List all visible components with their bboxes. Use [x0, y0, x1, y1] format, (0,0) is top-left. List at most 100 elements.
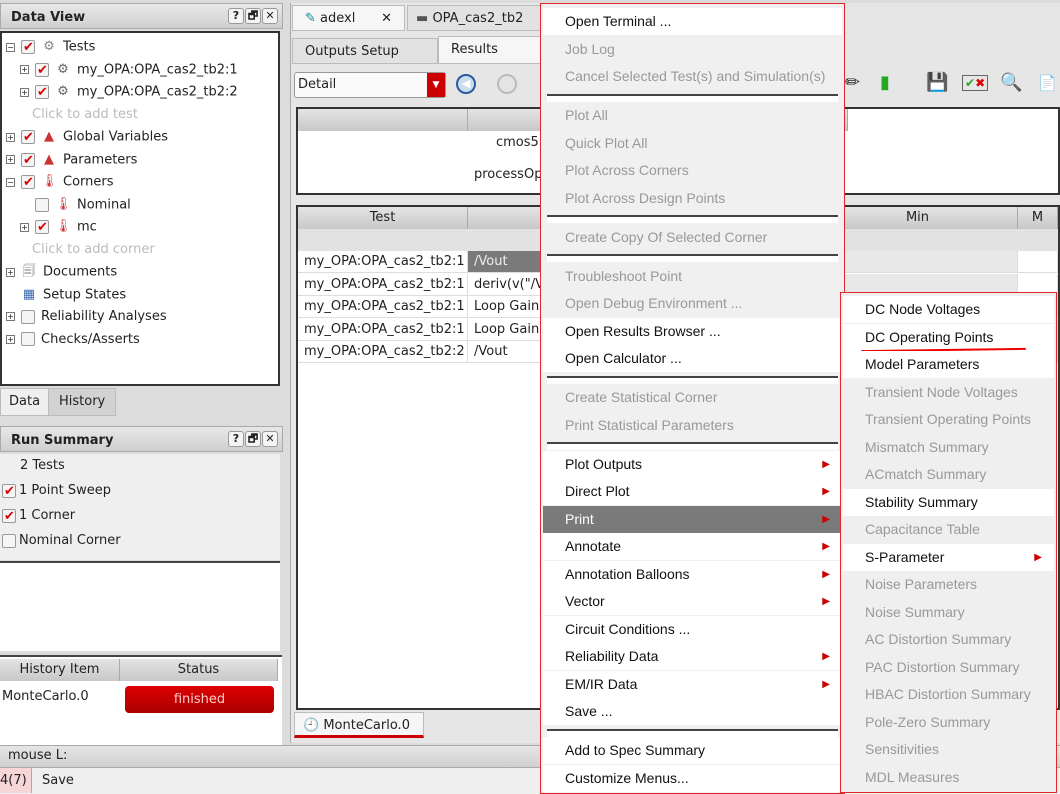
menu-item-s-parameter[interactable]: S-Parameter ▶ — [843, 543, 1054, 571]
close-icon[interactable]: ✕ — [262, 431, 278, 447]
tree-item-parameters[interactable]: + ▲ Parameters — [6, 149, 137, 172]
tab-outputs-setup[interactable]: Outputs Setup — [292, 38, 438, 64]
collapse-icon[interactable]: − — [6, 42, 15, 52]
checkbox[interactable] — [35, 197, 49, 212]
expand-icon[interactable]: + — [20, 222, 29, 232]
menu-item-model-parameters[interactable]: Model Parameters — [843, 351, 1054, 378]
menu-item-mdl-measures[interactable]: MDL Measures — [843, 764, 1054, 791]
float-icon[interactable]: 🗗 — [245, 8, 261, 24]
tree-item-my-opa-opa-cas2-tb2-1[interactable]: + ⚙ my_OPA:OPA_cas2_tb2:1 — [20, 59, 238, 82]
tab-history[interactable]: History — [48, 388, 117, 416]
checkbox[interactable] — [21, 37, 35, 59]
table-cell[interactable] — [1018, 251, 1058, 273]
tab-data[interactable]: Data — [0, 388, 50, 416]
checkbox[interactable] — [21, 309, 35, 324]
checkbox[interactable] — [21, 332, 35, 346]
menu-item-ac-distortion-summary[interactable]: AC Distortion Summary — [843, 626, 1054, 653]
checkbox[interactable] — [21, 150, 35, 172]
view-select[interactable]: Detail ▼ — [294, 72, 446, 98]
tab-opa-cas2-tb2[interactable]: ▬ OPA_cas2_tb2 — [407, 5, 542, 31]
tree-item-corners[interactable]: − 🌡 Corners — [6, 171, 114, 194]
menu-item-mismatch-summary[interactable]: Mismatch Summary — [843, 434, 1054, 461]
edit-icon[interactable]: ✏ — [845, 72, 860, 93]
add-item-hint[interactable]: Click to add corner — [32, 239, 155, 261]
float-icon[interactable]: 🗗 — [245, 431, 261, 447]
menu-item-plot-across-design-points[interactable]: Plot Across Design Points — [543, 185, 842, 212]
save-icon[interactable]: 💾 — [926, 72, 948, 93]
menu-item-plot-all[interactable]: Plot All — [543, 102, 842, 129]
checkbox[interactable] — [21, 127, 35, 149]
expand-icon[interactable]: + — [6, 155, 15, 164]
tree-item-my-opa-opa-cas2-tb2-2[interactable]: + ⚙ my_OPA:OPA_cas2_tb2:2 — [20, 81, 238, 104]
expand-icon[interactable]: + — [6, 312, 15, 321]
menu-item-vector[interactable]: Vector ▶ — [543, 588, 842, 615]
close-icon[interactable]: ✕ — [262, 8, 278, 24]
menu-item-capacitance-table[interactable]: Capacitance Table — [843, 516, 1054, 543]
magnify-icon[interactable]: 🔍 — [1000, 72, 1022, 93]
menu-item-sensitivities[interactable]: Sensitivities — [843, 736, 1054, 763]
menu-item-reliability-data[interactable]: Reliability Data ▶ — [543, 643, 842, 670]
checkbox[interactable] — [2, 533, 16, 548]
tree-item-nominal[interactable]: 🌡 Nominal — [20, 194, 131, 216]
tree-item-tests[interactable]: − ⚙ Tests — [6, 36, 95, 59]
menu-item-pac-distortion-summary[interactable]: PAC Distortion Summary — [843, 654, 1054, 681]
menu-item-annotate[interactable]: Annotate ▶ — [543, 533, 842, 560]
menu-item-customize-menus[interactable]: Customize Menus... — [543, 764, 842, 792]
menu-item-stability-summary[interactable]: Stability Summary — [843, 488, 1054, 516]
checkbox[interactable] — [35, 82, 49, 104]
menu-item-annotation-balloons[interactable]: Annotation Balloons ▶ — [543, 560, 842, 588]
menu-item-dc-operating-points[interactable]: DC Operating Points — [843, 323, 1054, 352]
table-cell[interactable]: my_OPA:OPA_cas2_tb2:1 — [298, 318, 468, 341]
menu-item-add-to-spec-summary[interactable]: Add to Spec Summary — [543, 737, 842, 764]
checkbox[interactable] — [2, 506, 16, 528]
pass-fail-icon[interactable]: ✔✖ — [962, 75, 989, 91]
menu-item-em-ir-data[interactable]: EM/IR Data ▶ — [543, 670, 842, 698]
table-cell[interactable]: my_OPA:OPA_cas2_tb2:1 — [298, 296, 468, 318]
report-icon[interactable]: 📄 — [1038, 74, 1057, 92]
menu-item-open-results-browser[interactable]: Open Results Browser ... — [543, 317, 842, 345]
menu-item-transient-operating-points[interactable]: Transient Operating Points — [843, 406, 1054, 433]
tree-item-mc[interactable]: + 🌡 mc — [20, 216, 97, 239]
expand-icon[interactable]: + — [6, 132, 15, 142]
menu-item-open-calculator[interactable]: Open Calculator ... — [543, 345, 842, 372]
menu-item-print-statistical-parameters[interactable]: Print Statistical Parameters — [543, 412, 842, 439]
menu-item-transient-node-voltages[interactable]: Transient Node Voltages — [843, 379, 1054, 406]
history-item[interactable]: MonteCarlo.0 — [2, 689, 89, 704]
menu-item-hbac-distortion-summary[interactable]: HBAC Distortion Summary — [843, 681, 1054, 708]
tab-results[interactable]: Results — [438, 36, 542, 64]
table-cell[interactable]: my_OPA:OPA_cas2_tb2:2 — [298, 341, 468, 363]
checkbox[interactable] — [2, 481, 16, 503]
menu-item-quick-plot-all[interactable]: Quick Plot All — [543, 130, 842, 157]
menu-item-noise-parameters[interactable]: Noise Parameters — [843, 571, 1054, 598]
expand-icon[interactable]: + — [20, 65, 29, 74]
close-tab-icon[interactable]: ✕ — [381, 6, 392, 32]
menu-item-create-statistical-corner[interactable]: Create Statistical Corner — [543, 384, 842, 411]
menu-item-cancel-selected-test-s-and-simulation-s[interactable]: Cancel Selected Test(s) and Simulation(s… — [543, 63, 842, 90]
tab-adexl[interactable]: ✎ adexl ✕ — [292, 5, 405, 31]
help-icon[interactable]: ? — [228, 8, 244, 24]
menu-item-open-terminal[interactable]: Open Terminal ... — [543, 8, 842, 35]
menu-item-dc-node-voltages[interactable]: DC Node Voltages — [843, 296, 1054, 323]
menu-item-save[interactable]: Save ... — [543, 698, 842, 725]
menu-item-plot-across-corners[interactable]: Plot Across Corners — [543, 157, 842, 184]
menu-item-job-log[interactable]: Job Log — [543, 36, 842, 63]
checkbox[interactable] — [35, 217, 49, 239]
menu-item-direct-plot[interactable]: Direct Plot ▶ — [543, 478, 842, 505]
tree-item-documents[interactable]: + 🗐 Documents — [6, 261, 117, 283]
expand-icon[interactable]: + — [20, 87, 29, 97]
tab-montecarlo[interactable]: 🕘 MonteCarlo.0 — [294, 712, 424, 738]
help-icon[interactable]: ? — [228, 431, 244, 447]
menu-item-acmatch-summary[interactable]: ACmatch Summary — [843, 461, 1054, 488]
table-cell[interactable]: my_OPA:OPA_cas2_tb2:1 — [298, 251, 468, 273]
table-cell[interactable]: my_OPA:OPA_cas2_tb2:1 — [298, 273, 468, 296]
tree-item-global-variables[interactable]: + ▲ Global Variables — [6, 126, 168, 149]
forward-icon[interactable] — [497, 74, 517, 94]
column-header-test[interactable]: Test — [298, 207, 468, 229]
menu-item-noise-summary[interactable]: Noise Summary — [843, 599, 1054, 626]
column-header-min[interactable]: Min — [818, 207, 1018, 229]
tree-item-reliability-analyses[interactable]: + Reliability Analyses — [6, 306, 167, 328]
expand-icon[interactable]: + — [6, 267, 15, 277]
add-item-hint[interactable]: Click to add test — [32, 104, 138, 126]
column-header-m[interactable]: M — [1018, 207, 1058, 229]
menu-item-create-copy-of-selected-corner[interactable]: Create Copy Of Selected Corner — [543, 224, 842, 251]
